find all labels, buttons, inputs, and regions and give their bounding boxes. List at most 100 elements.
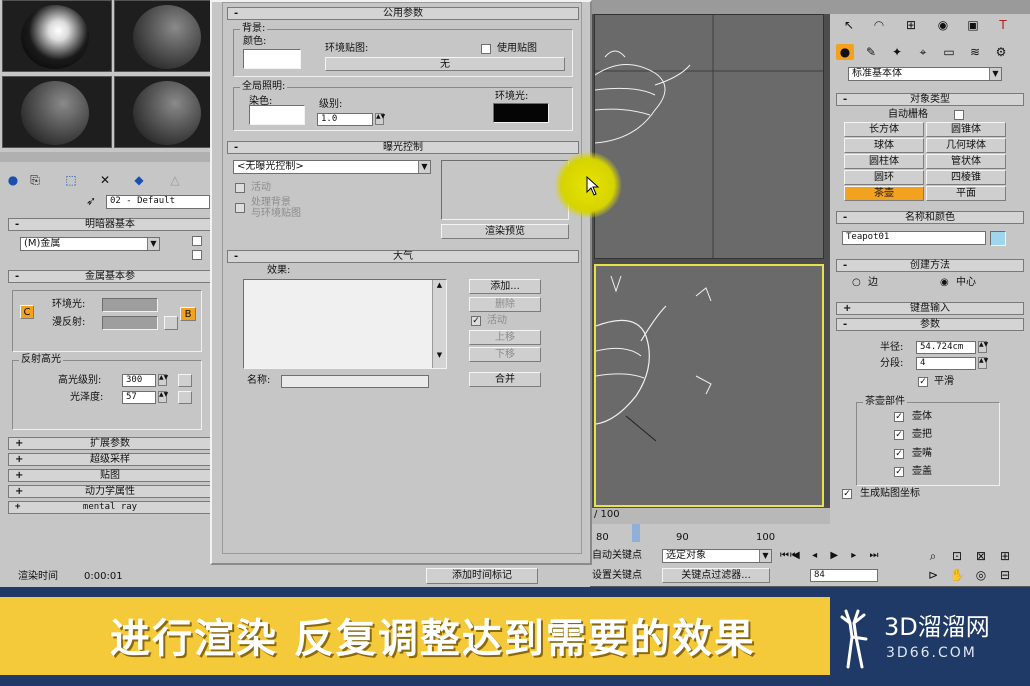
diffuse-color-swatch[interactable] (102, 316, 158, 330)
spec-level-map-button[interactable] (178, 374, 192, 387)
modify-tab-icon[interactable]: ◠ (870, 17, 888, 33)
pick-material-icon[interactable]: ➶ (82, 193, 100, 209)
category-select[interactable]: 标准基本体 ▼ (848, 67, 1002, 81)
shader-basic-rollout[interactable]: - 明暗器基本 (8, 218, 212, 231)
current-frame-field[interactable]: 84 (810, 569, 878, 582)
exposure-control-rollout[interactable]: - 曝光控制 (227, 141, 579, 154)
spec-level-spinner[interactable]: ▲▼ (158, 374, 168, 386)
tint-color-swatch[interactable] (249, 105, 305, 125)
wire-checkbox[interactable] (192, 236, 202, 246)
lock-c-button[interactable]: C (20, 305, 34, 319)
use-map-checkbox[interactable] (481, 44, 491, 54)
add-time-tag-button[interactable]: 添加时间标记 (426, 568, 538, 584)
object-type-rollout[interactable]: - 对象类型 (836, 93, 1024, 106)
zoom-all-icon[interactable]: ⊡ (948, 548, 966, 564)
delete-effect-button[interactable]: 删除 (469, 297, 541, 312)
teapot-button[interactable]: 茶壶 (844, 186, 924, 201)
extended-params-rollout[interactable]: + 扩展参数 (8, 437, 212, 450)
smooth-checkbox[interactable]: ✓ (918, 377, 928, 387)
pan-icon[interactable]: ✋ (948, 567, 966, 583)
spout-checkbox[interactable]: ✓ (894, 449, 904, 459)
material-slot-1[interactable] (2, 0, 112, 72)
auto-key-label[interactable]: 自动关键点 (592, 550, 642, 562)
timeline[interactable]: / 100 (590, 508, 830, 524)
segments-spinner[interactable]: ▲▼ (978, 357, 988, 369)
lock-b-button[interactable]: B (180, 307, 196, 321)
zoom-extents-all-icon[interactable]: ⊞ (996, 548, 1014, 564)
ambient-color-swatch[interactable] (493, 103, 549, 123)
material-slot-3[interactable] (2, 76, 112, 148)
cone-button[interactable]: 圆锥体 (926, 122, 1006, 137)
geometry-icon[interactable]: ● (836, 44, 854, 60)
supersampling-rollout[interactable]: + 超级采样 (8, 453, 212, 466)
two-sided-checkbox[interactable] (192, 250, 202, 260)
gen-map-coords-checkbox[interactable]: ✓ (842, 489, 852, 499)
viewport-top[interactable] (594, 14, 824, 259)
atmosphere-rollout[interactable]: - 大气 (227, 250, 579, 263)
autogrid-checkbox[interactable] (954, 110, 964, 120)
gloss-map-button[interactable] (178, 391, 192, 404)
key-filters-button[interactable]: 关键点过滤器... (662, 568, 770, 583)
level-spinner[interactable]: ▲▼ (375, 113, 385, 125)
render-preview-button[interactable]: 渲染预览 (441, 224, 569, 239)
add-effect-button[interactable]: 添加... (469, 279, 541, 294)
motion-tab-icon[interactable]: ◉ (934, 17, 952, 33)
cylinder-button[interactable]: 圆柱体 (844, 154, 924, 169)
spacewarps-icon[interactable]: ≋ (966, 44, 984, 60)
helpers-icon[interactable]: ▭ (940, 44, 958, 60)
orbit-icon[interactable]: ◎ (972, 567, 990, 583)
exposure-active-checkbox[interactable] (235, 183, 245, 193)
ambient-color-swatch[interactable] (102, 298, 158, 312)
get-material-icon[interactable]: ● (4, 172, 22, 188)
parameters-rollout[interactable]: - 参数 (836, 318, 1024, 331)
sphere-button[interactable]: 球体 (844, 138, 924, 153)
atm-active-checkbox[interactable]: ✓ (471, 316, 481, 326)
plane-button[interactable]: 平面 (926, 186, 1006, 201)
exposure-select[interactable]: <无曝光控制> ▼ (233, 160, 431, 174)
fov-icon[interactable]: ⊳ (924, 567, 942, 583)
shapes-icon[interactable]: ✎ (862, 44, 880, 60)
maps-rollout[interactable]: + 贴图 (8, 469, 212, 482)
process-bg-checkbox[interactable] (235, 203, 245, 213)
object-color-swatch[interactable] (990, 231, 1006, 246)
body-checkbox[interactable]: ✓ (894, 412, 904, 422)
zoom-extents-icon[interactable]: ⊠ (972, 548, 990, 564)
put-to-scene-icon[interactable]: ⎘ (26, 172, 44, 188)
put-library-icon[interactable]: △ (166, 172, 184, 188)
merge-button[interactable]: 合并 (469, 372, 541, 387)
create-tab-icon[interactable]: ↖ (840, 17, 858, 33)
tube-button[interactable]: 管状体 (926, 154, 1006, 169)
slot-scrollbar[interactable] (0, 152, 212, 162)
common-params-rollout[interactable]: - 公用参数 (227, 7, 579, 20)
systems-icon[interactable]: ⚙ (992, 44, 1010, 60)
torus-button[interactable]: 圆环 (844, 170, 924, 185)
lid-checkbox[interactable]: ✓ (894, 467, 904, 477)
maximize-icon[interactable]: ⊟ (996, 567, 1014, 583)
map-button[interactable] (164, 316, 178, 330)
center-radio[interactable]: ◉ (940, 277, 949, 289)
object-name-field[interactable]: Teapot01 (842, 231, 986, 245)
metal-basic-rollout[interactable]: - 金属基本参 (8, 270, 212, 283)
gloss-field[interactable]: 57 (122, 391, 156, 404)
utilities-tab-icon[interactable]: T (994, 17, 1012, 33)
segments-field[interactable]: 4 (916, 357, 976, 370)
effects-scrollbar[interactable]: ▲ ▼ (432, 280, 446, 368)
name-color-rollout[interactable]: - 名称和颜色 (836, 211, 1024, 224)
gloss-spinner[interactable]: ▲▼ (158, 391, 168, 403)
display-tab-icon[interactable]: ▣ (964, 17, 982, 33)
zoom-icon[interactable]: ⌕ (924, 548, 942, 564)
dynamics-rollout[interactable]: + 动力学属性 (8, 485, 212, 498)
move-down-button[interactable]: 下移 (469, 347, 541, 362)
shader-type-select[interactable]: (M)金属 ▼ (20, 237, 160, 251)
box-button[interactable]: 长方体 (844, 122, 924, 137)
material-name-field[interactable]: 02 - Default (106, 195, 210, 209)
bg-color-swatch[interactable] (243, 49, 301, 69)
edge-radio[interactable]: ○ (852, 277, 861, 289)
env-map-button[interactable]: 无 (325, 57, 565, 71)
effect-name-field[interactable] (281, 375, 429, 388)
assign-material-icon[interactable]: ⬚ (62, 172, 80, 188)
material-slot-4[interactable] (114, 76, 224, 148)
set-key-label[interactable]: 设置关键点 (592, 570, 642, 582)
keyboard-entry-rollout[interactable]: + 键盘输入 (836, 302, 1024, 315)
effects-list[interactable]: ▲ ▼ (243, 279, 447, 369)
